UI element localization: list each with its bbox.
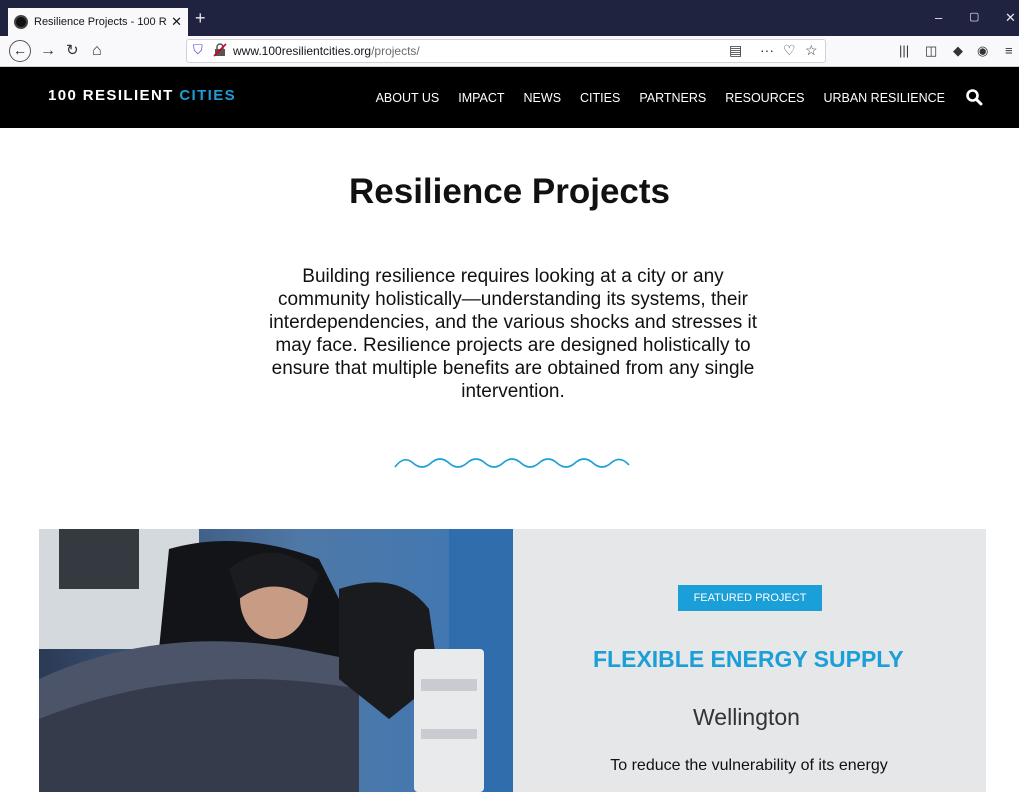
browser-toolbar: ← → ↻ ⌂ ⛉ www.100resilientcities.org/pro… xyxy=(0,36,1019,67)
tracking-shield-icon[interactable]: ⛉ xyxy=(193,42,203,58)
nav-news[interactable]: NEWS xyxy=(524,91,562,105)
site-header: 100 RESILIENT CITIES ABOUT US IMPACT NEW… xyxy=(0,67,1019,128)
main-nav: ABOUT US IMPACT NEWS CITIES PARTNERS RES… xyxy=(376,91,945,105)
featured-city: Wellington xyxy=(693,704,800,730)
featured-project[interactable]: FEATURED PROJECT FLEXIBLE ENERGY SUPPLY … xyxy=(39,529,986,792)
featured-description: To reduce the vulnerability of its energ… xyxy=(610,757,888,774)
wave-divider xyxy=(394,458,630,468)
featured-badge: FEATURED PROJECT xyxy=(678,585,822,611)
window-close-icon[interactable]: ✕ xyxy=(1005,11,1016,24)
featured-panel: FEATURED PROJECT FLEXIBLE ENERGY SUPPLY … xyxy=(513,529,986,792)
nav-impact[interactable]: IMPACT xyxy=(458,91,504,105)
featured-title[interactable]: FLEXIBLE ENERGY SUPPLY xyxy=(593,646,913,673)
insecure-lock-icon[interactable] xyxy=(213,43,227,57)
nav-cities[interactable]: CITIES xyxy=(580,91,620,105)
restore-icon[interactable]: ▢ xyxy=(969,11,979,24)
minimize-icon[interactable]: – xyxy=(935,11,942,24)
forward-arrow-icon[interactable]: → xyxy=(40,41,56,61)
site-favicon-icon xyxy=(14,15,28,29)
more-actions-icon[interactable]: ··· xyxy=(760,42,774,58)
url-bar[interactable]: ⛉ www.100resilientcities.org/projects/ ▤… xyxy=(186,39,826,63)
bookmark-star-icon[interactable]: ☆ xyxy=(805,42,818,59)
browser-tab[interactable]: Resilience Projects - 100 Resilie ✕ xyxy=(8,8,188,36)
project-photo[interactable] xyxy=(39,529,513,792)
nav-urban-resilience[interactable]: URBAN RESILIENCE xyxy=(823,91,945,105)
home-icon[interactable]: ⌂ xyxy=(92,41,102,61)
pocket-icon[interactable]: ♡ xyxy=(783,42,796,59)
nav-resources[interactable]: RESOURCES xyxy=(725,91,804,105)
site-logo[interactable]: 100 RESILIENT CITIES xyxy=(48,87,236,104)
search-icon[interactable] xyxy=(965,88,983,106)
extension-icon[interactable]: ◆ xyxy=(953,43,963,59)
new-tab-button[interactable]: + xyxy=(195,9,206,27)
intro-paragraph: Building resilience requires looking at … xyxy=(269,266,757,402)
reload-icon[interactable]: ↻ xyxy=(66,41,79,61)
reader-view-icon[interactable]: ▤ xyxy=(729,42,742,59)
library-icon[interactable]: ||| xyxy=(899,43,909,58)
tab-title: Resilience Projects - 100 Resilie xyxy=(34,16,167,28)
tab-close-icon[interactable]: ✕ xyxy=(171,14,182,30)
browser-tab-bar: Resilience Projects - 100 Resilie ✕ + – … xyxy=(0,0,1019,36)
sidebar-icon[interactable]: ◫ xyxy=(925,43,937,59)
menu-icon[interactable]: ≡ xyxy=(1005,43,1013,58)
url-text[interactable]: www.100resilientcities.org/projects/ xyxy=(233,44,420,58)
nav-partners[interactable]: PARTNERS xyxy=(639,91,706,105)
nav-about-us[interactable]: ABOUT US xyxy=(376,91,440,105)
page-title: Resilience Projects xyxy=(349,172,670,211)
account-icon[interactable]: ◉ xyxy=(977,43,988,59)
back-arrow-icon[interactable]: ← xyxy=(9,40,31,62)
